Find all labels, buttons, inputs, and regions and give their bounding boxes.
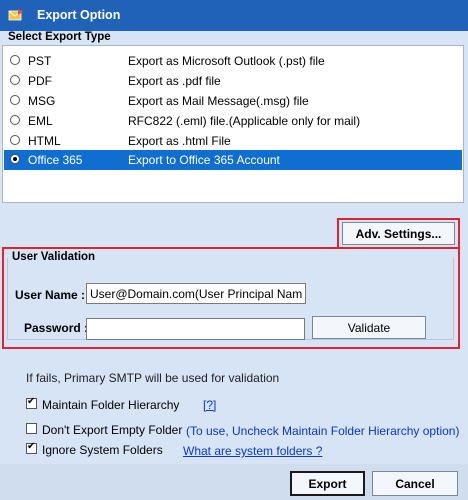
maintain-hierarchy-checkbox[interactable]	[26, 396, 37, 409]
export-type-description: Export as .pdf file	[128, 74, 221, 88]
radio-pst[interactable]	[10, 55, 20, 65]
radio-eml[interactable]	[10, 115, 20, 125]
export-option-msg[interactable]: MSG Export as Mail Message(.msg) file	[4, 91, 462, 111]
maintain-hierarchy-label: Maintain Folder Hierarchy	[42, 398, 180, 412]
title-bar: Export Option	[0, 0, 468, 31]
adv-settings-button[interactable]: Adv. Settings...	[342, 222, 455, 245]
user-validation-title: User Validation	[12, 251, 96, 263]
radio-pdf[interactable]	[10, 75, 20, 85]
window-title: Export Option	[37, 8, 121, 22]
username-input[interactable]	[86, 283, 306, 304]
export-type-label: EML	[28, 114, 53, 128]
export-type-label: PDF	[28, 74, 52, 88]
hierarchy-help-link[interactable]: [?]	[203, 398, 216, 412]
export-type-description: Export to Office 365 Account	[128, 153, 280, 167]
smtp-note: If fails, Primary SMTP will be used for …	[26, 371, 280, 385]
export-type-description: RFC822 (.eml) file.(Applicable only for …	[128, 114, 361, 128]
export-type-label: PST	[28, 54, 52, 68]
cancel-button[interactable]: Cancel	[372, 471, 458, 496]
radio-office365[interactable]	[10, 154, 20, 164]
username-label: User Name :	[15, 288, 86, 302]
ignore-system-checkbox[interactable]	[26, 441, 37, 454]
export-option-pdf[interactable]: PDF Export as .pdf file	[4, 71, 462, 91]
dont-export-empty-checkbox[interactable]	[26, 423, 37, 434]
export-type-header: Select Export Type	[8, 31, 111, 43]
export-option-office365[interactable]: Office 365 Export to Office 365 Account	[4, 150, 462, 170]
export-option-html[interactable]: HTML Export as .html File	[4, 131, 462, 151]
export-type-description: Export as Mail Message(.msg) file	[128, 94, 309, 108]
dont-export-empty-label: Don't Export Empty Folder	[42, 423, 183, 437]
export-type-label: HTML	[28, 134, 61, 148]
radio-html[interactable]	[10, 135, 20, 145]
export-option-pst[interactable]: PST Export as Microsoft Outlook (.pst) f…	[4, 51, 462, 71]
export-type-description: Export as Microsoft Outlook (.pst) file	[128, 54, 325, 68]
export-button[interactable]: Export	[290, 471, 365, 496]
export-type-label: Office 365	[28, 153, 83, 167]
radio-msg[interactable]	[10, 95, 20, 105]
export-option-eml[interactable]: EML RFC822 (.eml) file.(Applicable only …	[4, 111, 462, 131]
password-input[interactable]	[86, 318, 305, 340]
export-type-list: PST Export as Microsoft Outlook (.pst) f…	[2, 45, 464, 203]
system-folders-link[interactable]: What are system folders ?	[183, 444, 322, 458]
export-type-label: MSG	[28, 94, 56, 108]
password-label: Password :	[24, 321, 89, 335]
app-icon	[8, 9, 23, 21]
export-type-description: Export as .html File	[128, 134, 231, 148]
validate-button[interactable]: Validate	[312, 316, 426, 339]
ignore-system-label: Ignore System Folders	[42, 443, 163, 457]
dont-export-empty-hint: (To use, Uncheck Maintain Folder Hierarc…	[186, 424, 460, 438]
